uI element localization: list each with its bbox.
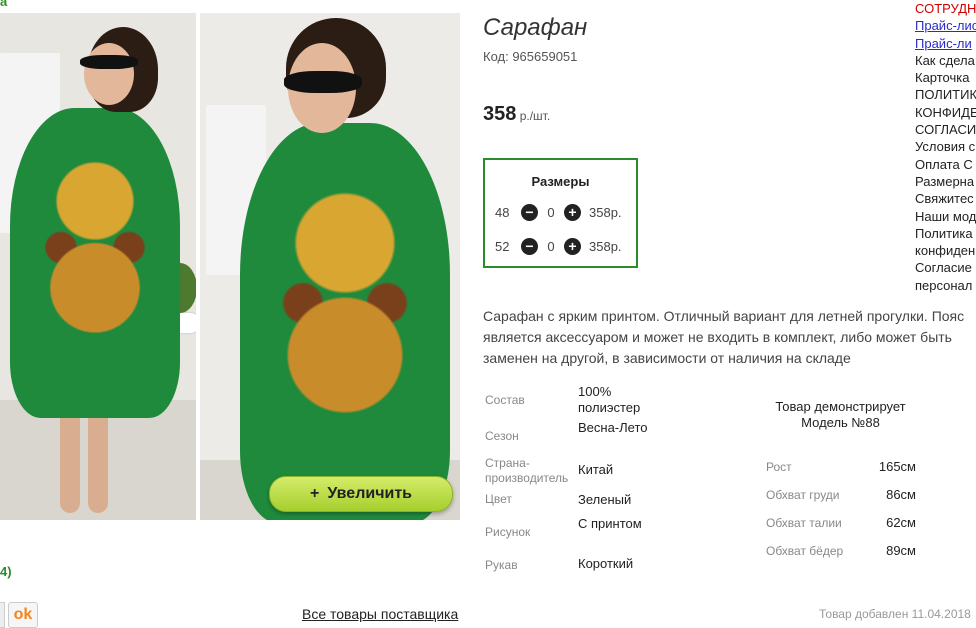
sidebar-link[interactable]: Прайс-ли — [915, 35, 976, 52]
attribute-key: Цвет — [485, 492, 512, 506]
sidebar-link[interactable]: КОНФИДЕ — [915, 104, 976, 121]
sunglasses — [80, 55, 138, 69]
model-leg — [88, 403, 108, 513]
product-photo-1[interactable] — [0, 13, 196, 520]
attribute-key: Состав — [485, 393, 525, 407]
measurement-row: Обхват груди 86см — [766, 487, 916, 502]
description-line: Сарафан с ярким принтом. Отличный вариан… — [483, 308, 965, 324]
left-fragment-top: а — [0, 0, 8, 9]
dress-image — [10, 108, 180, 418]
zoom-button[interactable]: + Увеличить — [269, 476, 453, 512]
left-fragment-bottom: 4) — [0, 564, 12, 579]
share-button-clipped[interactable] — [0, 602, 5, 628]
attribute-key: Рисунок — [485, 525, 531, 539]
sidebar-link[interactable]: персонал — [915, 277, 976, 294]
measurement-value: 86см — [886, 487, 916, 502]
price-unit: р./шт. — [516, 109, 551, 123]
attribute-key: Страна-производитель — [485, 456, 569, 485]
size-row: 48 − 0 + 358р. — [495, 202, 622, 222]
sidebar-link[interactable]: Размерна — [915, 173, 976, 190]
description-line: является аксессуаром и может не входить … — [483, 329, 952, 345]
attribute-value: 100% полиэстер — [578, 384, 641, 415]
measurement-key: Обхват талии — [766, 516, 842, 530]
dress-image — [240, 123, 450, 520]
sidebar-link[interactable]: Согласие — [915, 259, 976, 276]
sidebar-link[interactable]: Наши мод — [915, 208, 976, 225]
attribute-key: Сезон — [485, 429, 519, 443]
right-sidebar-links: СОТРУДН Прайс-лис Прайс-ли Как сдела Кар… — [915, 0, 976, 294]
attribute-value: С принтом — [578, 516, 642, 531]
sidebar-link[interactable]: Карточка — [915, 69, 976, 86]
plus-icon[interactable]: + — [564, 237, 581, 255]
attribute-value: Зеленый — [578, 492, 632, 507]
sidebar-link[interactable]: Политика — [915, 225, 976, 242]
product-description: Сарафан с ярким принтом. Отличный вариан… — [483, 306, 976, 369]
model-title: Товар демонстрирует Модель №88 — [775, 399, 906, 430]
measurement-key: Обхват бёдер — [766, 544, 844, 558]
size-value: 48 — [495, 204, 510, 220]
sidebar-link[interactable]: СОТРУДН — [915, 0, 976, 17]
product-photo-2[interactable] — [200, 13, 460, 520]
quantity-value[interactable]: 0 — [538, 205, 564, 220]
size-row: 52 − 0 + 358р. — [495, 236, 622, 256]
size-price: 358р. — [589, 238, 622, 254]
measurement-row: Обхват бёдер 89см — [766, 543, 916, 558]
minus-icon[interactable]: − — [521, 237, 538, 255]
attribute-value: Весна-Лето — [578, 420, 648, 435]
product-title: Сарафан — [483, 14, 588, 41]
size-price: 358р. — [589, 204, 622, 220]
measurement-key: Обхват груди — [766, 488, 840, 502]
attribute-value: Китай — [578, 462, 614, 477]
measurement-value: 165см — [878, 459, 916, 474]
model-leg — [60, 403, 80, 513]
product-price: 358 р./шт. — [483, 103, 550, 126]
sizes-box: Размеры 48 − 0 + 358р. 52 − 0 + 358р. — [483, 158, 638, 268]
sunglasses — [284, 71, 362, 93]
size-value: 52 — [495, 238, 510, 254]
product-code: Код: 965659051 — [483, 49, 578, 64]
price-value: 358 — [483, 103, 517, 125]
sizes-title: Размеры — [531, 174, 590, 189]
description-line: заменен на другой, в зависимости от нали… — [483, 350, 851, 366]
added-date: Товар добавлен 11.04.2018 — [819, 607, 971, 621]
minus-icon[interactable]: − — [521, 203, 538, 221]
sidebar-link[interactable]: ПОЛИТИК — [915, 86, 976, 103]
measurement-row: Рост 165см — [766, 459, 916, 474]
quantity-value[interactable]: 0 — [538, 239, 564, 254]
measurement-key: Рост — [766, 460, 792, 474]
measurement-value: 89см — [886, 543, 916, 558]
sidebar-link[interactable]: Свяжитес — [915, 190, 976, 207]
odnoklassniki-icon[interactable]: ok — [8, 602, 38, 628]
plus-icon: + — [309, 485, 320, 502]
zoom-label: Увеличить — [327, 485, 412, 502]
sidebar-link[interactable]: СОГЛАСИ — [915, 121, 976, 138]
sidebar-link[interactable]: конфиден — [915, 242, 976, 259]
all-supplier-goods-link[interactable]: Все товары поставщика — [302, 606, 458, 622]
attribute-key: Рукав — [485, 558, 518, 572]
sidebar-link[interactable]: Прайс-лис — [915, 17, 976, 34]
attribute-value: Короткий — [578, 556, 634, 571]
measurement-row: Обхват талии 62см — [766, 515, 916, 530]
sidebar-link[interactable]: Как сдела — [915, 52, 976, 69]
plus-icon[interactable]: + — [564, 203, 581, 221]
sidebar-link[interactable]: Оплата С — [915, 156, 976, 173]
model-face — [84, 43, 134, 105]
sidebar-link[interactable]: Условия с — [915, 138, 976, 155]
measurement-value: 62см — [886, 515, 916, 530]
